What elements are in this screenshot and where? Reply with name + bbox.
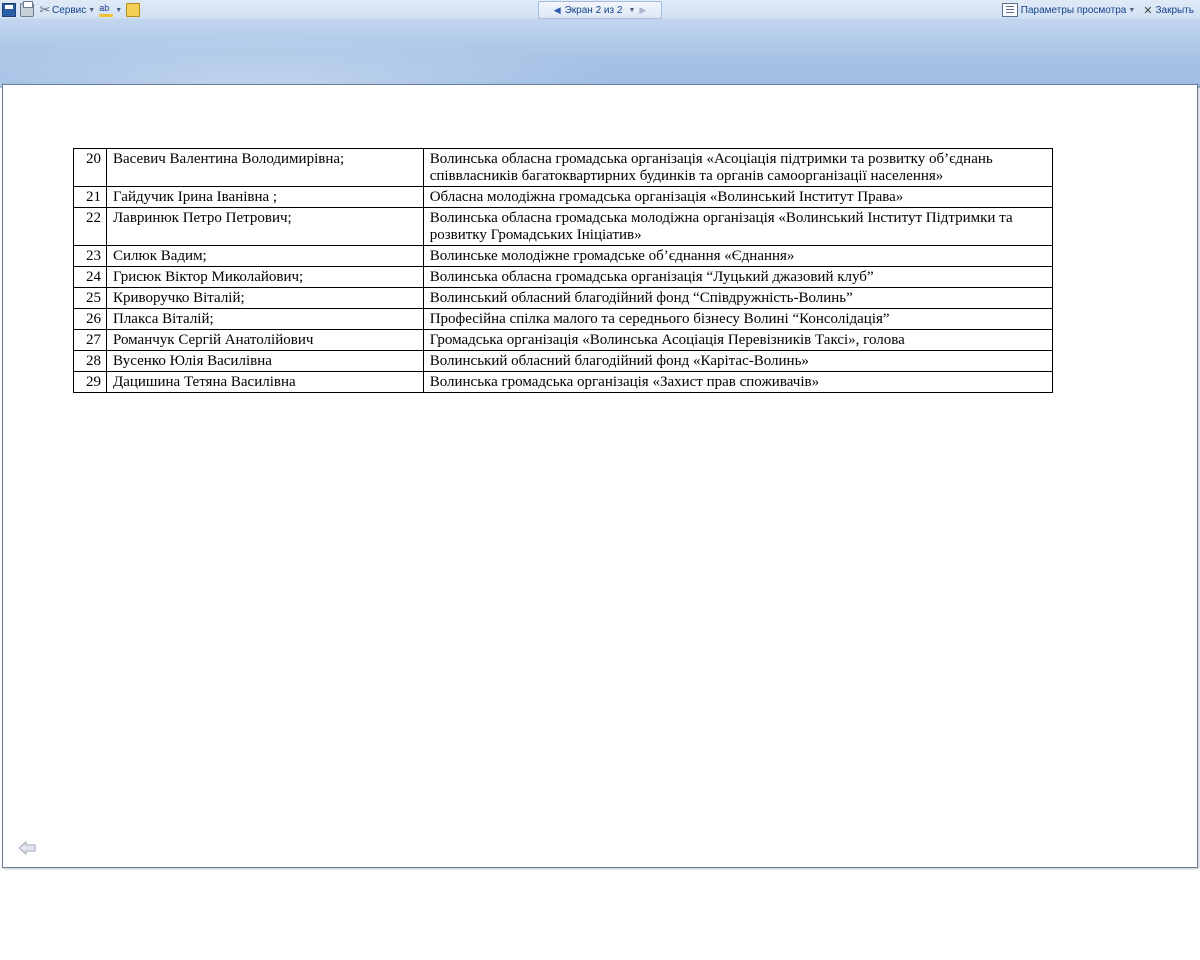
person-name-cell: Силюк Вадим; [105, 245, 424, 267]
view-options-icon [1001, 3, 1018, 17]
organization-cell: Волинська громадська організація «Захист… [422, 371, 1054, 393]
row-number-cell: 26 [73, 308, 107, 330]
organizations-table: 20 Васевич Валентина Володимирівна; Волинс… [73, 148, 1054, 393]
view-options-label: Параметры просмотра [1020, 4, 1127, 16]
row-number-cell: 20 [73, 148, 107, 187]
save-button[interactable] [0, 1, 18, 19]
table-row: 23 Силюк Вадим; Волинське молодіжне громад… [73, 245, 1054, 267]
table-row: 25 Криворучко Віталій; Волинський обласний… [73, 287, 1054, 309]
save-icon [2, 3, 16, 17]
close-button[interactable]: ✕ Закрыть [1141, 1, 1196, 19]
organization-cell: Волинський обласний благодійний фонд «Ка… [422, 350, 1054, 372]
open-folder-button[interactable] [124, 1, 142, 19]
previous-screen-icon[interactable]: ◀ [554, 5, 561, 16]
row-number-cell: 25 [73, 287, 107, 309]
person-name-cell: Романчук Сергій Анатолійович [105, 329, 424, 351]
table-row: 21 Гайдучик Ірина Іванівна ; Обласна молод… [73, 186, 1054, 208]
print-button[interactable] [18, 1, 36, 19]
back-arrow-icon[interactable] [17, 840, 37, 856]
chevron-down-icon: ▼ [115, 6, 123, 14]
organization-cell: Волинський обласний благодійний фонд “Сп… [422, 287, 1054, 309]
row-number-cell: 23 [73, 245, 107, 267]
organization-cell: Волинська обласна громадська молодіжна о… [422, 207, 1054, 246]
organization-cell: Волинське молодіжне громадське об’єднанн… [422, 245, 1054, 267]
folder-icon [126, 3, 141, 17]
chevron-down-icon: ▼ [88, 6, 96, 14]
organization-cell: Обласна молодіжна громадська організація… [422, 186, 1054, 208]
person-name-cell: Дацишина Тетяна Василівна [105, 371, 424, 393]
empty-area [0, 872, 1200, 960]
row-number-cell: 21 [73, 186, 107, 208]
table-row: 29 Дацишина Тетяна Василівна Волинська гро… [73, 371, 1054, 393]
table-row: 26 Плакса Віталій; Професійна спілка малог… [73, 308, 1054, 330]
person-name-cell: Вусенко Юлія Василівна [105, 350, 424, 372]
row-number-cell: 29 [73, 371, 107, 393]
table-row: 22 Лавринюк Петро Петрович; Волинська обла… [73, 207, 1054, 246]
spelling-button[interactable]: ab ▼ [97, 1, 124, 19]
chevron-down-icon: ▼ [1128, 6, 1136, 14]
person-name-cell: Грисюк Віктор Миколайович; [105, 266, 424, 288]
print-icon [20, 1, 34, 17]
table-row: 28 Вусенко Юлія Василівна Волинський облас… [73, 350, 1054, 372]
view-options-button[interactable]: Параметры просмотра ▼ [1000, 1, 1137, 19]
row-number-cell: 28 [73, 350, 107, 372]
table-row: 27 Романчук Сергій Анатолійович Громадська… [73, 329, 1054, 351]
organization-cell: Професійна спілка малого та середнього б… [422, 308, 1054, 330]
spelling-icon: ab [99, 3, 114, 17]
document-page: 20 Васевич Валентина Володимирівна; Волинс… [2, 84, 1198, 868]
service-menu-button[interactable]: ✂ Сервис ▼ [36, 1, 97, 19]
screen-indicator[interactable]: Экран 2 из 2 [565, 5, 623, 16]
row-number-cell: 24 [73, 266, 107, 288]
row-number-cell: 22 [73, 207, 107, 246]
close-label: Закрыть [1155, 4, 1194, 16]
ribbon-area: ✂ Сервис ▼ ab ▼ ◀ Экран 2 из 2 ▼ ▶ Парам… [0, 0, 1200, 88]
next-screen-icon[interactable]: ▶ [639, 5, 646, 16]
service-label: Сервис [52, 4, 87, 16]
spelling-icon-text: ab [99, 3, 110, 13]
ribbon-background [0, 20, 1200, 88]
person-name-cell: Лавринюк Петро Петрович; [105, 207, 424, 246]
close-icon: ✕ [1143, 4, 1153, 17]
person-name-cell: Гайдучик Ірина Іванівна ; [105, 186, 424, 208]
table-row: 20 Васевич Валентина Володимирівна; Волинс… [73, 148, 1054, 187]
organization-cell: Громадська організація «Волинська Асоціа… [422, 329, 1054, 351]
organization-cell: Волинська обласна громадська організація… [422, 148, 1054, 187]
right-toolbar: Параметры просмотра ▼ ✕ Закрыть [1000, 1, 1196, 19]
person-name-cell: Криворучко Віталій; [105, 287, 424, 309]
person-name-cell: Плакса Віталій; [105, 308, 424, 330]
person-name-cell: Васевич Валентина Володимирівна; [105, 148, 424, 187]
organization-cell: Волинська обласна громадська організація… [422, 266, 1054, 288]
table-row: 24 Грисюк Віктор Миколайович; Волинська об… [73, 266, 1054, 288]
screen-navigator: ◀ Экран 2 из 2 ▼ ▶ [538, 1, 662, 19]
chevron-down-icon[interactable]: ▼ [628, 7, 635, 14]
table-body: 20 Васевич Валентина Володимирівна; Волинс… [73, 148, 1054, 393]
tools-icon: ✂ [39, 2, 51, 17]
row-number-cell: 27 [73, 329, 107, 351]
